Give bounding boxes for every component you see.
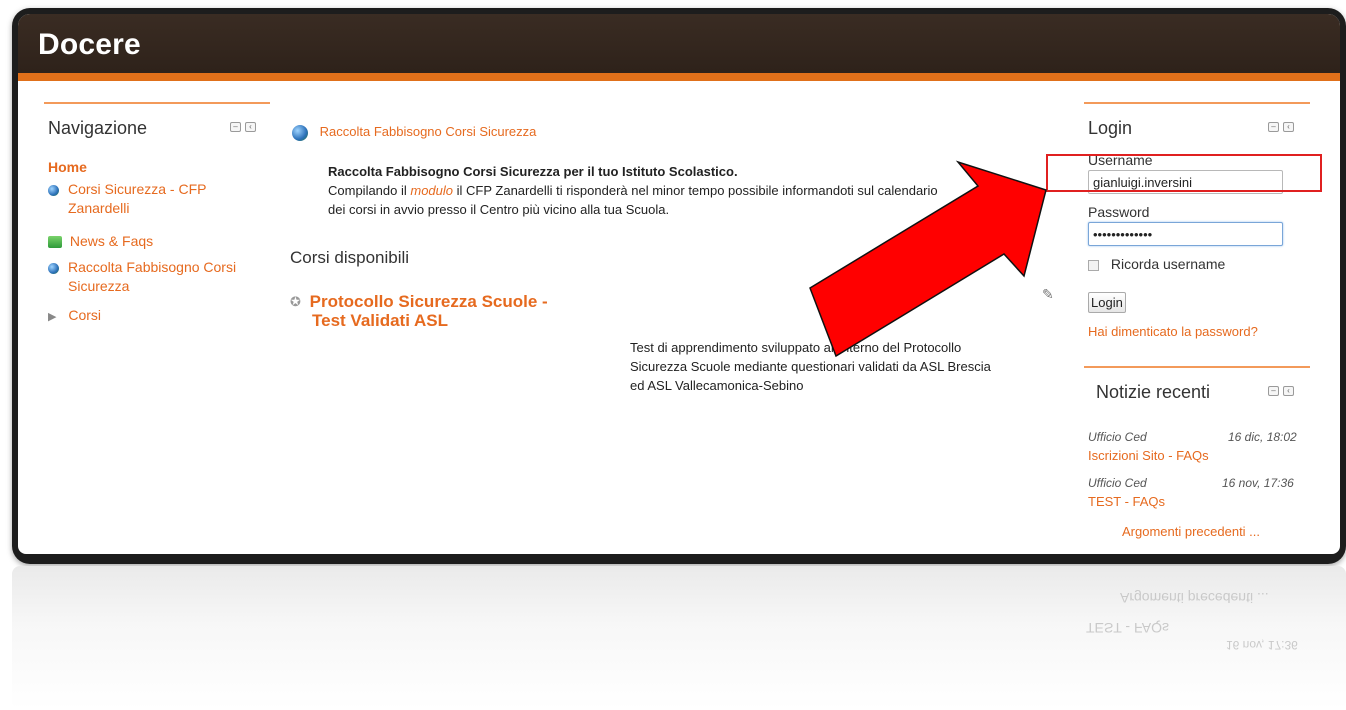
- nav-item-corsi-sicurezza[interactable]: Corsi Sicurezza - CFP Zanardelli: [48, 180, 248, 216]
- news-item-link[interactable]: TEST - FAQs: [1088, 494, 1165, 509]
- remember-username[interactable]: Ricorda username: [1088, 256, 1225, 272]
- remember-checkbox[interactable]: [1088, 259, 1099, 271]
- collapse-icon[interactable]: –: [1268, 386, 1279, 396]
- login-title: Login: [1088, 118, 1133, 138]
- red-arrow-icon: [809, 160, 1047, 358]
- highlight-box: [1046, 154, 1322, 192]
- news-block: Notizie recenti – ‹ Ufficio Ced 16 dic, …: [1084, 366, 1310, 554]
- course-title-link[interactable]: ✪ Protocollo Sicurezza Scuole - Test Val…: [290, 292, 548, 330]
- course-title-line-2: Test Validati ASL: [312, 311, 449, 330]
- news-date: 16 nov, 17:36: [1222, 476, 1294, 490]
- raccolta-link-label: Raccolta Fabbisogno Corsi Sicurezza: [319, 124, 537, 139]
- reflection-text: TEST - FAQs: [1086, 620, 1169, 636]
- nav-item-label: Corsi Sicurezza - CFP Zanardelli: [68, 181, 207, 216]
- remember-label: Ricorda username: [1110, 256, 1226, 272]
- block-controls: – ‹: [1268, 122, 1294, 132]
- site-header: Docere: [18, 14, 1340, 81]
- globe-icon: [48, 262, 59, 274]
- nav-item-label: News & Faqs: [69, 233, 154, 249]
- block-controls: – ‹: [1268, 386, 1294, 396]
- nav-item-news-faqs[interactable]: News & Faqs: [48, 232, 153, 251]
- news-title: Notizie recenti: [1096, 382, 1211, 402]
- collapse-icon[interactable]: –: [230, 122, 241, 132]
- browser-frame: Docere Navigazione – ‹ Home Corsi Sicure…: [12, 8, 1346, 564]
- block-divider: [1084, 102, 1310, 104]
- dock-icon[interactable]: ‹: [245, 122, 256, 132]
- nav-item-label: Corsi: [68, 307, 102, 323]
- navigation-title: Navigazione: [48, 118, 148, 138]
- login-block: Login – ‹ Username Password Ricorda user…: [1084, 102, 1310, 352]
- intro-text-part: Compilando il: [328, 183, 411, 198]
- course-title-line-1: Protocollo Sicurezza Scuole -: [309, 292, 548, 311]
- block-controls: – ‹: [230, 122, 256, 132]
- login-button[interactable]: Login: [1088, 292, 1126, 313]
- globe-icon: [48, 184, 59, 196]
- globe-icon: [292, 124, 308, 141]
- reflection-text: Argomenti precedenti ...: [1120, 590, 1269, 606]
- nav-item-raccolta[interactable]: Raccolta Fabbisogno Corsi Sicurezza: [48, 258, 258, 294]
- moodle-page: Docere Navigazione – ‹ Home Corsi Sicure…: [18, 14, 1340, 554]
- page-reflection: Argomenti precedenti ... TEST - FAQs 16 …: [12, 566, 1346, 710]
- site-title[interactable]: Docere: [38, 28, 141, 62]
- block-divider: [1084, 366, 1310, 368]
- news-icon: [48, 236, 62, 249]
- news-date: 16 dic, 18:02: [1228, 430, 1297, 444]
- courses-heading: Corsi disponibili: [290, 248, 410, 267]
- course-icon: ✪: [290, 294, 301, 309]
- reflection-text: 16 nov, 17:36: [1226, 638, 1298, 652]
- modulo-link[interactable]: modulo: [410, 183, 453, 198]
- password-field[interactable]: [1088, 222, 1283, 246]
- older-topics-link[interactable]: Argomenti precedenti ...: [1122, 524, 1260, 539]
- forgot-password-link[interactable]: Hai dimenticato la password?: [1088, 324, 1258, 339]
- dock-icon[interactable]: ‹: [1283, 122, 1294, 132]
- nav-item-corsi[interactable]: ▶ Corsi: [48, 306, 101, 327]
- news-author: Ufficio Ced: [1088, 430, 1147, 444]
- dock-icon[interactable]: ‹: [1283, 386, 1294, 396]
- nav-item-label: Raccolta Fabbisogno Corsi Sicurezza: [68, 259, 237, 294]
- news-author: Ufficio Ced: [1088, 476, 1147, 490]
- raccolta-link[interactable]: Raccolta Fabbisogno Corsi Sicurezza: [292, 124, 536, 141]
- nav-home[interactable]: Home: [48, 158, 87, 177]
- expand-arrow-icon[interactable]: ▶: [48, 308, 56, 327]
- navigation-block: Navigazione – ‹ Home Corsi Sicurezza - C…: [44, 102, 270, 342]
- password-label: Password: [1088, 204, 1150, 220]
- block-divider: [44, 102, 270, 104]
- news-item-link[interactable]: Iscrizioni Sito - FAQs: [1088, 448, 1209, 463]
- collapse-icon[interactable]: –: [1268, 122, 1279, 132]
